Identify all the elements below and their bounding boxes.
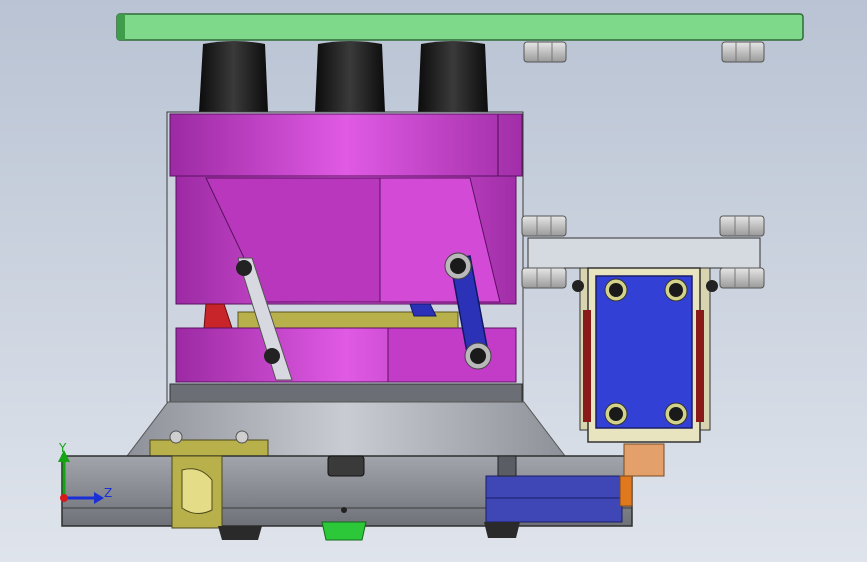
bottom-foot-right[interactable] [484,522,520,538]
rubber-foot-1[interactable] [199,41,268,112]
blue-link-bolt-bottom[interactable] [464,342,492,370]
blue-link-bolt-top[interactable] [444,252,472,280]
bracket-screw-left [169,430,183,444]
bottom-ring[interactable] [169,383,523,403]
beam-hole [341,507,347,513]
module-bolt-tr[interactable] [664,278,688,302]
strap-pin-bottom [264,348,280,364]
beam-black-block[interactable] [327,455,365,477]
cad-viewport[interactable]: Y Z [0,0,867,562]
clamp-bar[interactable] [527,237,761,269]
triad-z-label: Z [104,486,112,500]
top-plate[interactable] [116,13,804,41]
triad-x-axis [60,494,68,502]
nut-mid-left[interactable] [521,215,567,237]
assembly-3d-view[interactable]: Y Z [0,0,867,562]
magenta-top-ring[interactable] [169,113,523,177]
rubber-foot-3[interactable] [418,41,488,112]
nut-top-left[interactable] [523,41,567,63]
bottom-foot-left[interactable] [218,526,262,540]
triad-y-label: Y [58,441,67,455]
module-bolt-br[interactable] [664,402,688,426]
nut-top-right[interactable] [721,41,765,63]
olive-bracket-top[interactable] [149,439,269,457]
bottom-foot-green[interactable] [321,521,367,541]
top-plate-edge [117,14,125,40]
copper-tab [619,475,633,507]
strap-pin-top [236,260,252,276]
copper-block[interactable] [623,443,665,477]
module-side-right [696,310,704,422]
module-pin-left [572,280,584,292]
nut-low-right[interactable] [719,267,765,289]
nut-mid-right[interactable] [719,215,765,237]
rubber-foot-2[interactable] [315,41,385,112]
lower-block-right [387,327,517,383]
module-bolt-tl[interactable] [604,278,628,302]
module-pin-right [706,280,718,292]
blue-rail[interactable] [485,475,623,523]
nut-low-left[interactable] [521,267,567,289]
module-bolt-bl[interactable] [604,402,628,426]
module-side-left [583,310,591,422]
rail-stop [497,455,517,477]
olive-bracket-slot [181,468,213,514]
bracket-screw-right [235,430,249,444]
